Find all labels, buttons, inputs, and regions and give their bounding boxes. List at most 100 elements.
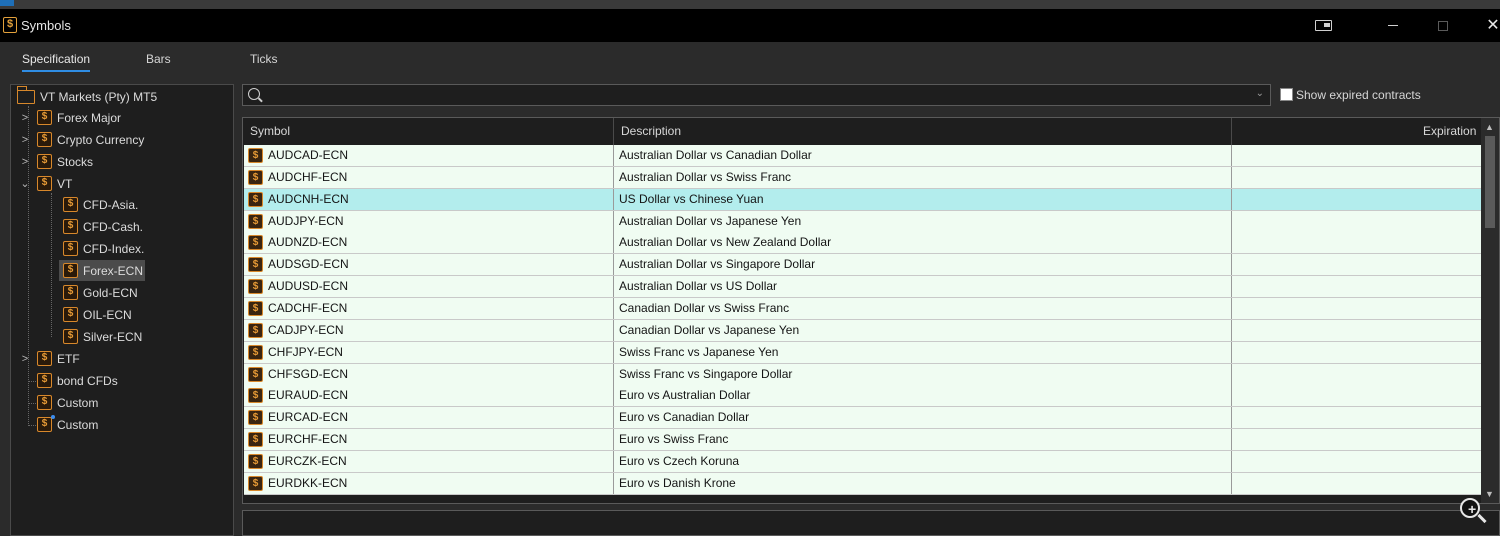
expiration-cell [1232,451,1481,472]
symbol-cell: $ AUDCNH-ECN [244,188,614,210]
symbol-name: EURCAD-ECN [268,410,349,425]
dollar-symbol-icon: $ [248,453,263,469]
tree-item-label: Custom [57,395,99,410]
tree-item-gold-ecn[interactable]: $ Gold-ECN [63,282,138,303]
dollar-symbol-icon: $ [37,154,52,169]
table-row[interactable]: $ CADJPY-ECN Canadian Dollar vs Japanese Y… [244,319,1481,342]
description-cell: Canadian Dollar vs Japanese Yen [614,319,1232,341]
dollar-symbol-icon: $ [63,329,78,344]
symbol-name: AUDCHF-ECN [268,169,348,184]
symbol-cell: $ AUDJPY-ECN [244,210,614,232]
details-panel [242,510,1500,536]
tree-item-bond-cfds[interactable]: $ bond CFDs [37,370,118,391]
symbol-search-box[interactable]: ⌄ [242,84,1271,106]
symbol-cell: $ AUDSGD-ECN [244,254,614,276]
description-cell: Euro vs Australian Dollar [614,385,1232,407]
symbol-cell: $ CHFSGD-ECN [244,363,614,385]
dollar-symbol-icon: $ [248,432,263,448]
description-cell: Euro vs Swiss Franc [614,429,1232,451]
dollar-symbol-icon: $ [63,285,78,300]
tree-item-custom[interactable]: $ Custom [37,392,98,413]
tree-connector [51,193,52,337]
tree-item-vt[interactable]: ⌄ $ VT [19,173,72,194]
dollar-symbol-icon: $ [248,475,263,491]
tree-item-etf[interactable]: > $ ETF [19,348,80,369]
column-divider[interactable] [1231,118,1232,145]
tree-item-forex-major[interactable]: > $ Forex Major [19,107,121,128]
close-button[interactable]: ✕ [1470,9,1500,42]
tree-item-cfd-asia[interactable]: $ CFD-Asia. [63,194,138,215]
column-header-description[interactable]: Description [621,124,681,138]
table-row[interactable]: $ EURCAD-ECN Euro vs Canadian Dollar [244,407,1481,430]
symbol-name: EURAUD-ECN [268,388,349,403]
table-row[interactable]: $ CADCHF-ECN Canadian Dollar vs Swiss Fran… [244,297,1481,320]
dollar-symbol-icon: $ [63,307,78,322]
search-input[interactable] [267,87,1227,103]
table-row[interactable]: $ CHFSGD-ECN Swiss Franc vs Singapore Doll… [244,363,1481,386]
tab-bars[interactable]: Bars [146,52,171,70]
description-cell: Australian Dollar vs New Zealand Dollar [614,232,1232,254]
detach-button[interactable] [1300,9,1346,42]
dollar-symbol-icon: $ [37,395,52,410]
close-icon: ✕ [1486,16,1500,34]
chevron-right-icon[interactable]: > [19,353,31,365]
zoom-in-icon[interactable]: + [1458,496,1488,526]
dollar-symbol-icon: $ [63,197,78,212]
table-row[interactable]: $ AUDJPY-ECN Australian Dollar vs Japanese… [244,210,1481,233]
symbols-table: Symbol Description Expiration $ AUDCAD-EC… [242,117,1500,504]
chevron-down-icon[interactable]: ⌄ [19,177,31,190]
tree-item-cfd-index[interactable]: $ CFD-Index. [63,238,144,259]
tree-item-custom-2[interactable]: $ Custom [37,414,98,435]
tree-item-cfd-cash[interactable]: $ CFD-Cash. [63,216,143,237]
table-row[interactable]: $ AUDCNH-ECN US Dollar vs Chinese Yuan [244,188,1481,211]
table-row[interactable]: $ CHFJPY-ECN Swiss Franc vs Japanese Yen [244,341,1481,364]
top-strip-indicator [0,0,14,6]
tree-item-label: CFD-Asia. [83,197,139,212]
table-row[interactable]: $ EURCZK-ECN Euro vs Czech Koruna [244,450,1481,473]
description-cell: US Dollar vs Chinese Yuan [614,188,1232,210]
description-cell: Swiss Franc vs Singapore Dollar [614,363,1232,385]
description-cell: Australian Dollar vs Canadian Dollar [614,145,1232,166]
table-row[interactable]: $ EURDKK-ECN Euro vs Danish Krone [244,472,1481,495]
tree-item-stocks[interactable]: > $ Stocks [19,151,93,172]
chevron-down-icon[interactable]: ⌄ [1256,88,1264,99]
table-row[interactable]: $ AUDCHF-ECN Australian Dollar vs Swiss Fr… [244,166,1481,189]
chevron-right-icon[interactable]: > [19,134,31,146]
table-row[interactable]: $ AUDCAD-ECN Australian Dollar vs Canadian… [244,145,1481,167]
expiration-cell [1232,276,1481,297]
table-row[interactable]: $ AUDNZD-ECN Australian Dollar vs New Zeal… [244,232,1481,255]
tree-item-label: Gold-ECN [83,285,138,300]
expiration-cell [1232,473,1481,494]
tab-specification[interactable]: Specification [22,52,91,72]
symbol-name: AUDSGD-ECN [268,257,349,272]
tree-item-crypto-currency[interactable]: > $ Crypto Currency [19,129,144,150]
minimize-button[interactable] [1370,9,1416,42]
show-expired-checkbox[interactable] [1280,88,1293,101]
tree-item-forex-ecn[interactable]: $ Forex-ECN [59,260,145,281]
maximize-button[interactable] [1420,9,1466,42]
table-row[interactable]: $ EURCHF-ECN Euro vs Swiss Franc [244,429,1481,452]
tab-ticks[interactable]: Ticks [250,52,278,70]
column-divider[interactable] [613,118,614,145]
symbol-name: EURCZK-ECN [268,453,347,468]
chevron-right-icon[interactable]: > [19,112,31,124]
column-header-expiration[interactable]: Expiration [1423,124,1476,138]
symbol-tree: VT Markets (Pty) MT5 > $ Forex Major > $… [10,84,234,536]
scrollbar-thumb[interactable] [1485,136,1495,228]
tree-item-silver-ecn[interactable]: $ Silver-ECN [63,326,142,347]
symbol-cell: $ EURCZK-ECN [244,450,614,472]
dollar-symbol-icon: $ [248,344,263,360]
tree-item-label: bond CFDs [57,373,118,388]
vertical-scrollbar[interactable]: ▲ ▼ [1481,118,1499,503]
tree-item-oil-ecn[interactable]: $ OIL-ECN [63,304,132,325]
table-row[interactable]: $ AUDUSD-ECN Australian Dollar vs US Dolla… [244,276,1481,299]
expiration-cell [1232,407,1481,428]
column-header-symbol[interactable]: Symbol [250,124,290,138]
table-row[interactable]: $ EURAUD-ECN Euro vs Australian Dollar [244,385,1481,408]
tree-item-root[interactable]: VT Markets (Pty) MT5 [16,85,157,107]
description-cell: Australian Dollar vs US Dollar [614,276,1232,298]
table-row[interactable]: $ AUDSGD-ECN Australian Dollar vs Singapor… [244,254,1481,277]
scroll-up-icon[interactable]: ▲ [1485,122,1494,132]
tree-item-label: Crypto Currency [57,132,145,147]
chevron-right-icon[interactable]: > [19,156,31,168]
